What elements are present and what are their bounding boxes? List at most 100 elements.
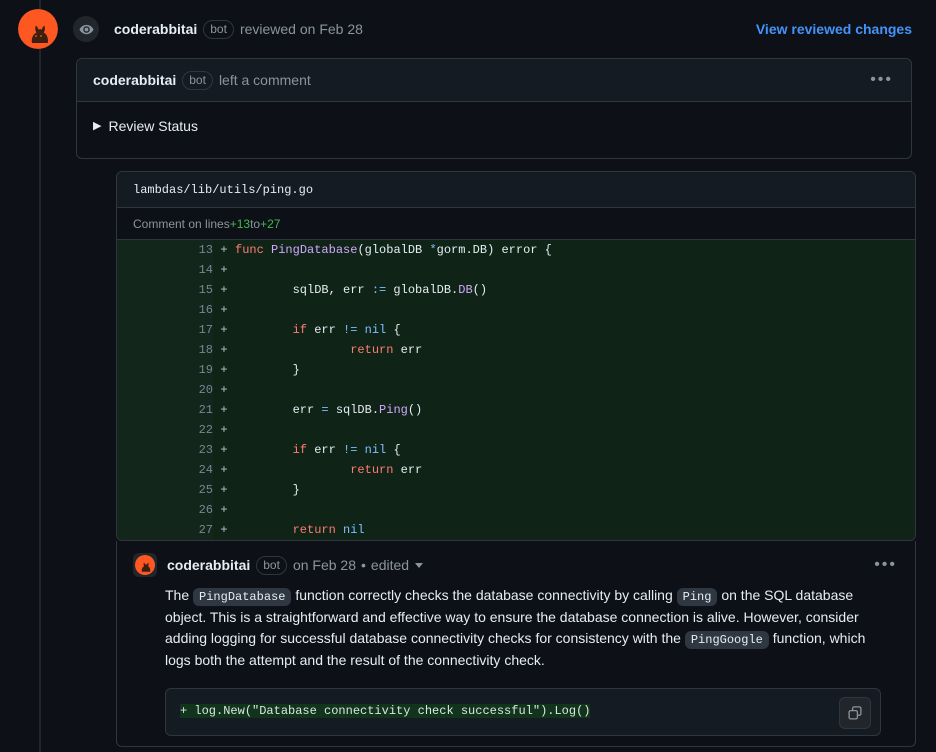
diff-row: 26 + <box>117 500 915 520</box>
line-start: +13 <box>229 216 251 231</box>
review-header: coderabbitai bot reviewed on Feb 28 View… <box>0 0 936 58</box>
review-status-disclosure[interactable]: ▶ Review Status <box>93 118 895 134</box>
reply-body: The PingDatabase function correctly chec… <box>117 577 915 672</box>
avatar[interactable] <box>18 9 58 49</box>
diff-marker: + <box>213 520 235 540</box>
diff-marker: + <box>213 400 235 420</box>
diff-marker: + <box>213 320 235 340</box>
review-author[interactable]: coderabbitai <box>114 21 197 37</box>
bot-badge: bot <box>182 70 213 90</box>
diff-row: 16 + <box>117 300 915 320</box>
reply-header: coderabbitai bot on Feb 28 • edited ••• <box>117 541 915 577</box>
diff-marker: + <box>213 440 235 460</box>
diff-line-number[interactable]: 13 <box>117 240 213 260</box>
reply-timestamp: on Feb 28 <box>292 557 356 573</box>
comment-on-prefix: Comment on lines <box>133 216 230 231</box>
diff-code: sqlDB, err := globalDB.DB() <box>235 280 915 300</box>
diff-code: return nil <box>235 520 915 540</box>
diff-code: return err <box>235 340 915 360</box>
comment-author[interactable]: coderabbitai <box>93 72 176 88</box>
file-header: lambdas/lib/utils/ping.go <box>117 172 915 208</box>
diff-code <box>235 380 915 400</box>
comment-card-body: ▶ Review Status <box>77 102 911 158</box>
view-reviewed-changes-link[interactable]: View reviewed changes <box>756 21 912 37</box>
diff-line-number[interactable]: 15 <box>117 280 213 300</box>
kebab-menu-icon[interactable]: ••• <box>868 68 895 92</box>
review-action-text: reviewed on Feb 28 <box>239 21 363 37</box>
copy-icon[interactable] <box>839 696 871 729</box>
diff-code: if err != nil { <box>235 320 915 340</box>
diff-row: 14 + <box>117 260 915 280</box>
inline-code-pingdatabase: PingDatabase <box>193 588 292 606</box>
diff-line-number[interactable]: 21 <box>117 400 213 420</box>
diff-line-number[interactable]: 26 <box>117 500 213 520</box>
diff-code: } <box>235 480 915 500</box>
diff-line-number[interactable]: 25 <box>117 480 213 500</box>
comment-card: coderabbitai bot left a comment ••• ▶ Re… <box>76 58 912 159</box>
diff-row: 17 + if err != nil { <box>117 320 915 340</box>
diff-line-number[interactable]: 16 <box>117 300 213 320</box>
bot-badge: bot <box>256 555 287 575</box>
reply-text-part2: function correctly checks the database c… <box>291 587 677 603</box>
bot-badge: bot <box>203 19 234 39</box>
chevron-down-icon[interactable] <box>415 562 424 568</box>
diff-marker: + <box>213 260 235 280</box>
review-header-text: coderabbitai bot reviewed on Feb 28 <box>114 19 363 39</box>
diff-line-number[interactable]: 17 <box>117 320 213 340</box>
diff-code <box>235 500 915 520</box>
diff-line-number[interactable]: 19 <box>117 360 213 380</box>
edited-label[interactable]: edited <box>371 557 409 573</box>
file-diff-card: lambdas/lib/utils/ping.go Comment on lin… <box>116 171 916 541</box>
diff-row: 21 + err = sqlDB.Ping() <box>117 400 915 420</box>
line-end: +27 <box>260 216 281 231</box>
triangle-right-icon: ▶ <box>93 119 102 132</box>
diff-code: } <box>235 360 915 380</box>
diff-marker: + <box>213 300 235 320</box>
diff-line-number[interactable]: 24 <box>117 460 213 480</box>
eye-icon <box>71 14 101 44</box>
timeline-rail <box>39 0 41 752</box>
comment-action-text: left a comment <box>218 72 311 88</box>
coderabbit-avatar-icon <box>135 555 155 575</box>
reply-text-part1: The <box>165 587 194 603</box>
reply-comment: coderabbitai bot on Feb 28 • edited ••• … <box>116 541 916 747</box>
diff-line-number[interactable]: 23 <box>117 440 213 460</box>
diff-code <box>235 300 915 320</box>
diff-marker: + <box>213 460 235 480</box>
diff-row: 13 + func PingDatabase(globalDB *gorm.DB) … <box>117 240 915 260</box>
diff-row: 27 + return nil <box>117 520 915 540</box>
diff-code: func PingDatabase(globalDB *gorm.DB) err… <box>235 240 915 260</box>
comment-card-header: coderabbitai bot left a comment ••• <box>77 59 911 102</box>
diff-marker: + <box>213 420 235 440</box>
review-status-label: Review Status <box>108 118 198 134</box>
inline-code-ping: Ping <box>676 588 718 606</box>
diff-row: 18 + return err <box>117 340 915 360</box>
diff-row: 20 + <box>117 380 915 400</box>
suggestion-block: + log.New("Database connectivity check s… <box>165 687 881 736</box>
suggestion-code-line: + log.New("Database connectivity check s… <box>180 701 866 721</box>
diff-table: 13 + func PingDatabase(globalDB *gorm.DB) … <box>117 240 915 540</box>
diff-row: 24 + return err <box>117 460 915 480</box>
diff-row: 22 + <box>117 420 915 440</box>
diff-line-number[interactable]: 18 <box>117 340 213 360</box>
diff-marker: + <box>213 380 235 400</box>
avatar[interactable] <box>133 553 157 577</box>
kebab-menu-icon[interactable]: ••• <box>872 553 899 577</box>
coderabbit-avatar-icon <box>18 9 58 49</box>
diff-marker: + <box>213 340 235 360</box>
diff-line-number[interactable]: 22 <box>117 420 213 440</box>
diff-row: 23 + if err != nil { <box>117 440 915 460</box>
diff-row: 25 + } <box>117 480 915 500</box>
diff-code: if err != nil { <box>235 440 915 460</box>
file-path[interactable]: lambdas/lib/utils/ping.go <box>133 183 313 197</box>
diff-line-number[interactable]: 14 <box>117 260 213 280</box>
diff-marker: + <box>213 360 235 380</box>
inline-code-pinggoogle: PingGoogle <box>684 631 769 650</box>
diff-row: 19 + } <box>117 360 915 380</box>
diff-code: err = sqlDB.Ping() <box>235 400 915 420</box>
separator-dot: • <box>361 557 366 573</box>
diff-line-number[interactable]: 20 <box>117 380 213 400</box>
diff-marker: + <box>213 500 235 520</box>
reply-author[interactable]: coderabbitai <box>167 557 250 573</box>
diff-line-number[interactable]: 27 <box>117 520 213 540</box>
